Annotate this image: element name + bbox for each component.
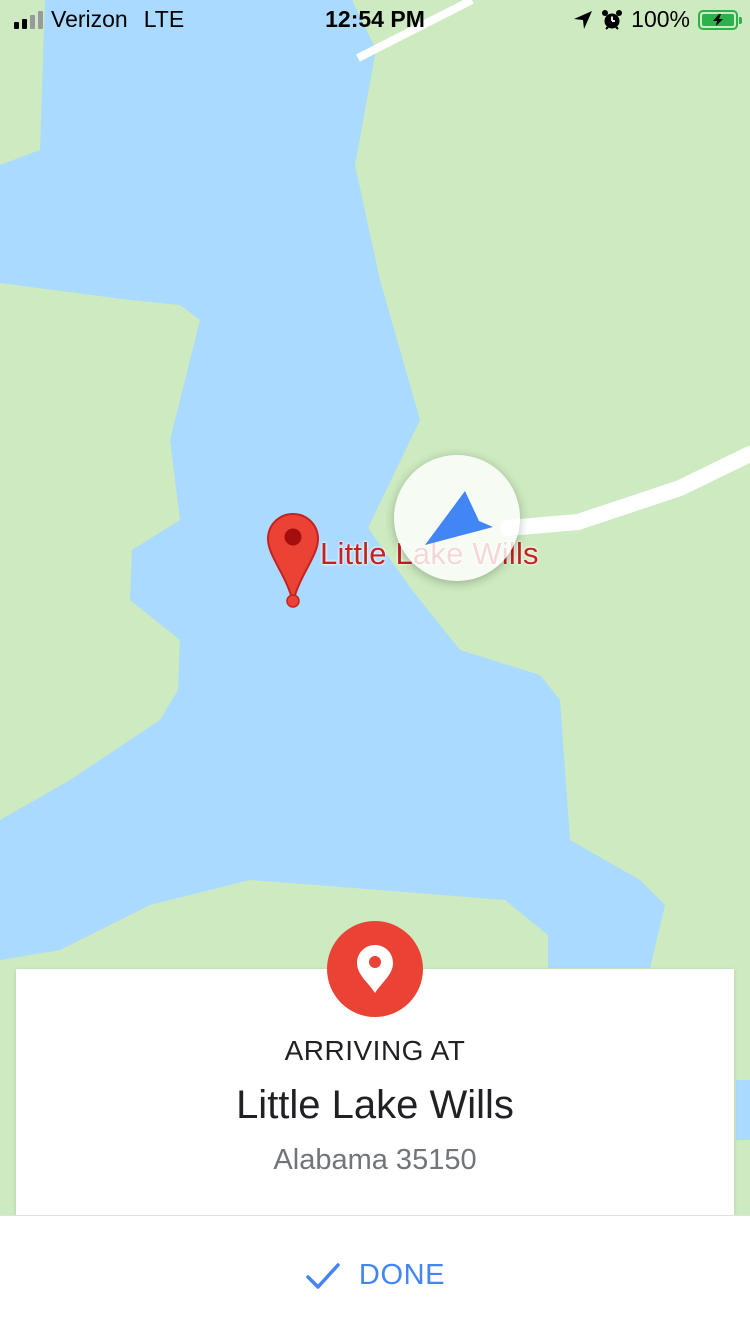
navigation-arrow-icon (425, 491, 493, 545)
destination-pin-icon[interactable] (266, 512, 320, 608)
battery-charging-icon (698, 9, 742, 30)
arriving-heading: ARRIVING AT (284, 1035, 466, 1066)
done-button[interactable]: DONE (305, 1259, 445, 1292)
status-right: 100% (573, 6, 742, 33)
current-location-marker (394, 455, 520, 581)
battery-percentage: 100% (631, 6, 690, 32)
lake-water-right-edge (736, 1080, 750, 1140)
destination-address: Alabama 35150 (273, 1144, 477, 1176)
alarm-clock-icon (602, 9, 623, 30)
status-bar: Verizon LTE 12:54 PM 100% (0, 0, 750, 40)
place-pin-icon (327, 921, 423, 1017)
destination-name: Little Lake Wills (236, 1083, 514, 1127)
done-label: DONE (358, 1259, 446, 1291)
location-arrow-icon (574, 10, 593, 29)
done-bar: DONE (0, 1215, 750, 1335)
checkmark-icon (306, 1262, 340, 1289)
